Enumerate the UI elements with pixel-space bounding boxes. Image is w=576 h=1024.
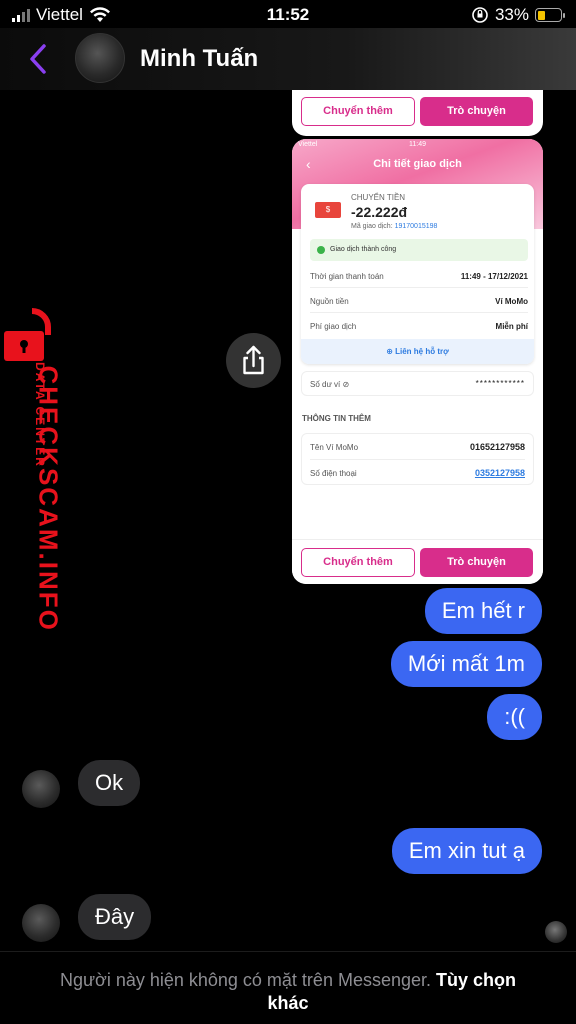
sender-avatar[interactable] — [22, 770, 60, 808]
unavailable-notice: Người này hiện không có mặt trên Messeng… — [59, 970, 432, 990]
support-label: Liên hệ hỗ trợ — [395, 347, 449, 356]
transfer-more-button: Chuyển thêm — [301, 97, 415, 126]
support-icon: ⊕ — [386, 347, 396, 356]
momo-footer: Chuyển thêm Trò chuyện — [292, 539, 543, 584]
message-outgoing[interactable]: Em hết r — [424, 588, 542, 634]
momo-title: Chi tiết giao dịch — [373, 158, 462, 170]
more-info-box: Tên Ví MoMo 01652127958 Số điện thoại 03… — [301, 433, 534, 485]
balance-value: ************ — [475, 379, 525, 388]
more-info-title: THÔNG TIN THÊM — [302, 414, 371, 423]
watermark-lock-icon — [4, 308, 51, 361]
unavailable-footer: Người này hiện không có mặt trên Messeng… — [0, 951, 576, 1024]
back-arrow-icon[interactable] — [24, 42, 54, 76]
success-badge: Giao dịch thành công — [310, 239, 528, 261]
share-icon — [243, 345, 264, 375]
transaction-code: Mã giao dịch: 19170015198 — [351, 223, 437, 230]
previous-image-tail[interactable]: Chuyển thêm Trò chuyện — [292, 90, 543, 136]
battery-icon — [535, 8, 565, 22]
detail-row: Thời gian thanh toán 11:49 - 17/12/2021 — [310, 264, 528, 288]
wallet-name-value: 01652127958 — [469, 442, 525, 452]
detail-value: 11:49 - 17/12/2021 — [460, 272, 528, 281]
detail-value: Miễn phí — [495, 322, 528, 331]
status-bar: Viettel 11:52 33% — [0, 0, 576, 30]
transaction-panel: $ CHUYỂN TIỀN -22.222đ Mã giao dịch: 191… — [301, 184, 534, 364]
message-outgoing[interactable]: :(( — [487, 694, 542, 740]
share-button[interactable] — [226, 333, 281, 388]
detail-label: Nguồn tiền — [310, 297, 349, 306]
momo-status-time: 11:49 — [409, 141, 426, 148]
message-outgoing[interactable]: Em xin tut ạ — [391, 828, 542, 874]
contact-avatar[interactable] — [75, 33, 125, 83]
wallet-balance-row: Số dư ví ⊘ ************ — [301, 371, 534, 396]
watermark-title: CHECKSCAM.INFO — [33, 365, 64, 632]
seen-receipt-avatar — [545, 921, 567, 943]
support-link: ⊕ Liên hệ hỗ trợ — [301, 339, 534, 364]
detail-label: Thời gian thanh toán — [310, 272, 384, 281]
phone-value: 0352127958 — [474, 468, 525, 478]
balance-label: Số dư ví ⊘ — [310, 380, 349, 389]
transfer-more-button: Chuyển thêm — [301, 548, 415, 577]
detail-label: Phí giao dịch — [310, 322, 357, 331]
phone-label: Số điện thoại — [310, 469, 357, 478]
transaction-code-label: Mã giao dịch: — [351, 223, 393, 230]
battery-percent: 33% — [494, 5, 529, 24]
wallet-name-label: Tên Ví MoMo — [310, 443, 359, 452]
chat-button: Trò chuyện — [420, 548, 533, 577]
transaction-type: CHUYỂN TIỀN — [351, 193, 406, 202]
transaction-code-value: 19170015198 — [394, 223, 438, 230]
balance-label-text: Số dư ví — [310, 380, 341, 389]
phone-row: Số điện thoại 0352127958 — [310, 460, 525, 486]
chat-header: Minh Tuấn — [0, 28, 576, 90]
eye-off-icon: ⊘ — [342, 380, 350, 389]
orientation-lock-icon — [472, 7, 488, 23]
detail-row: Phí giao dịch Miễn phí — [310, 314, 528, 338]
sender-avatar[interactable] — [22, 904, 60, 942]
transaction-amount: -22.222đ — [351, 204, 408, 220]
message-incoming[interactable]: Đây — [78, 894, 152, 940]
money-transfer-icon: $ — [315, 202, 341, 218]
chat-button: Trò chuyện — [420, 97, 533, 126]
shared-image-momo-receipt[interactable]: Viettel 11:49 ‹ Chi tiết giao dịch $ CHU… — [292, 139, 543, 584]
detail-row: Nguồn tiền Ví MoMo — [310, 289, 528, 313]
status-right: 33% — [471, 5, 565, 25]
message-outgoing[interactable]: Mới mất 1m — [390, 641, 542, 687]
contact-name[interactable]: Minh Tuấn — [140, 45, 258, 73]
detail-value: Ví MoMo — [495, 297, 528, 306]
message-incoming[interactable]: Ok — [78, 760, 141, 806]
wallet-name-row: Tên Ví MoMo 01652127958 — [310, 434, 525, 460]
